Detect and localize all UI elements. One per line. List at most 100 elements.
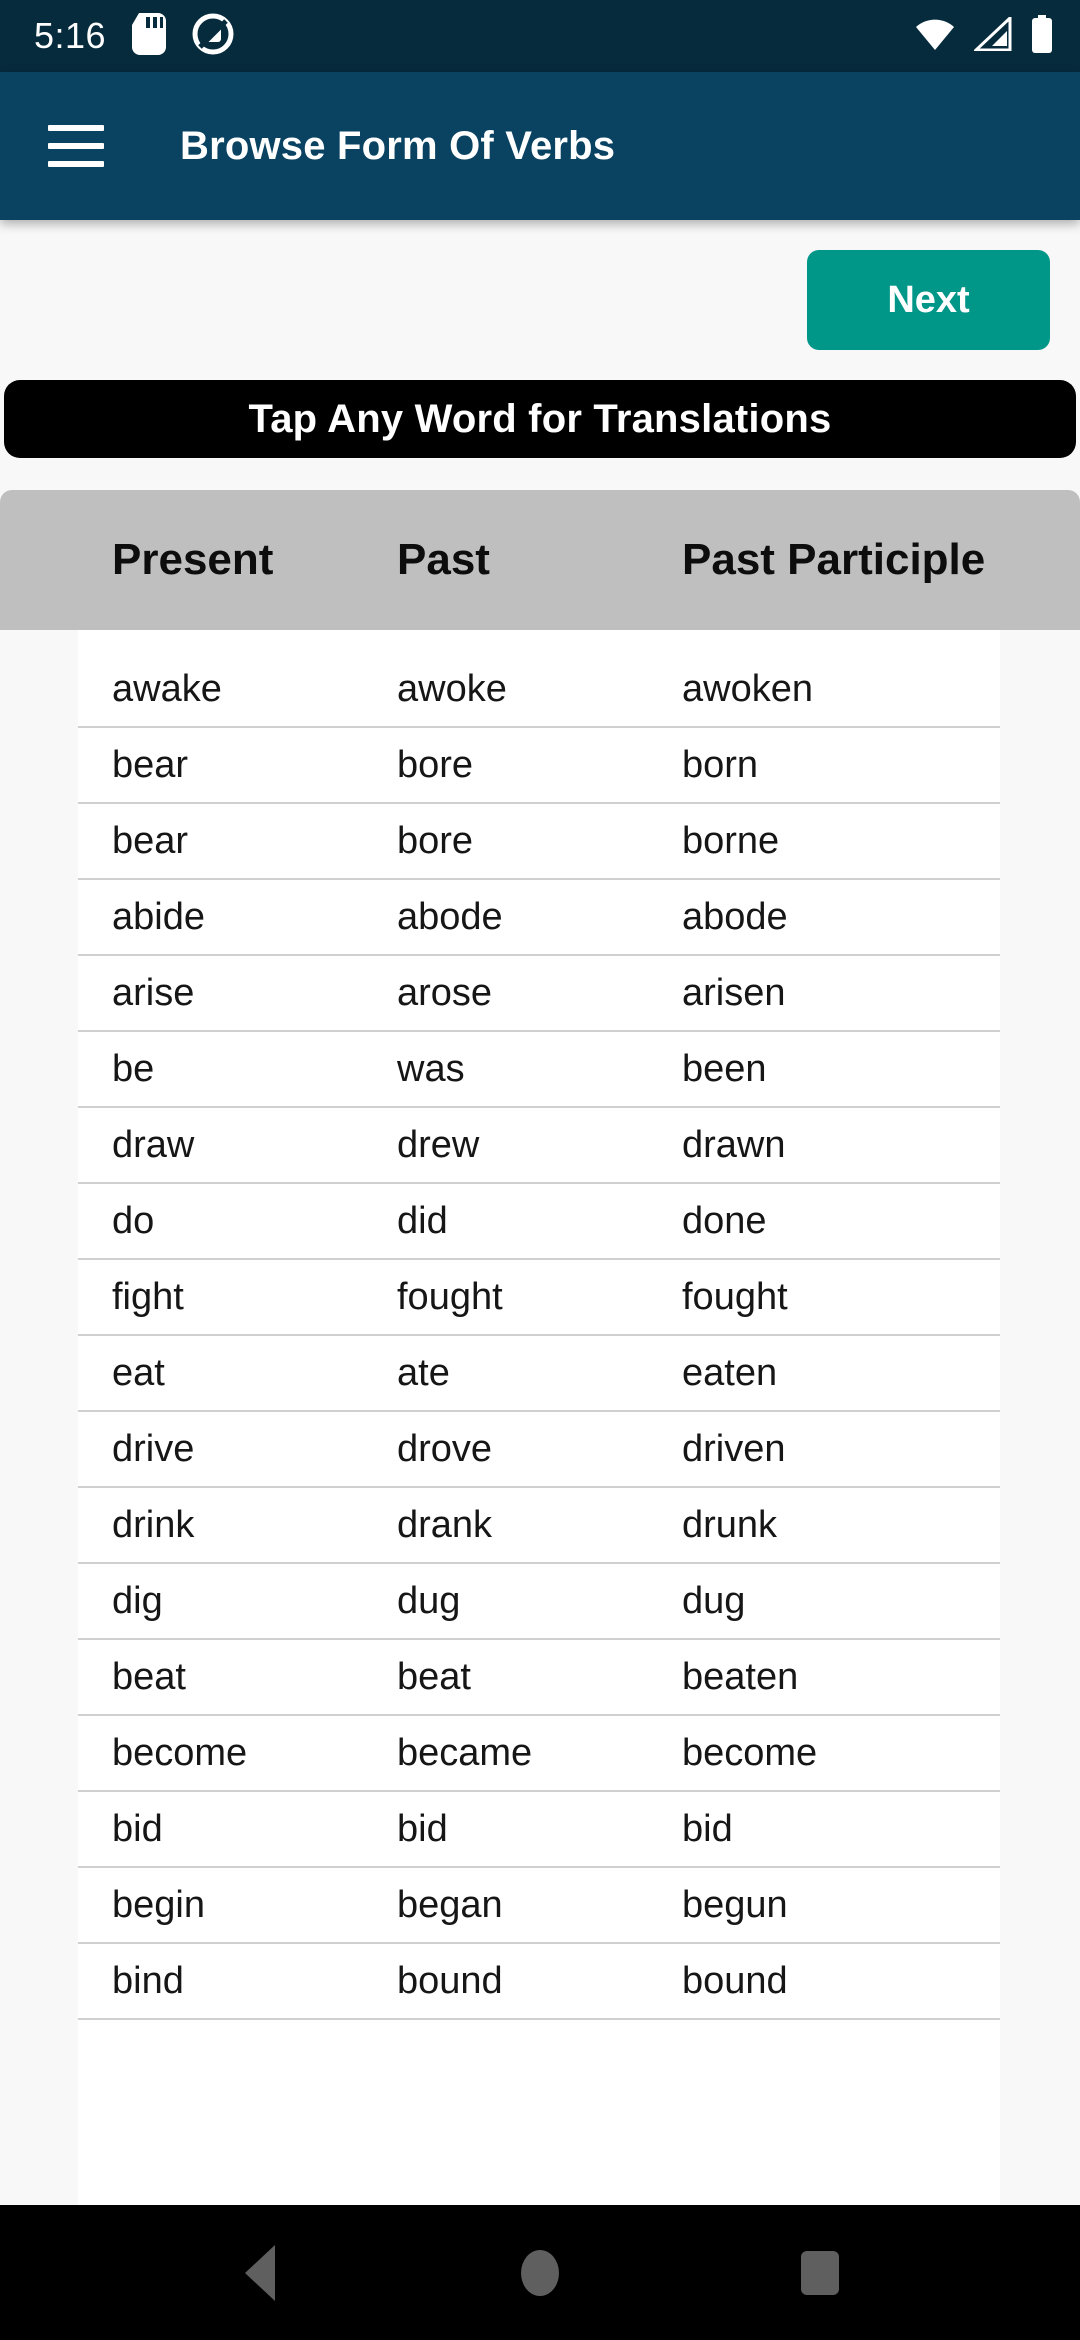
cell-past-participle[interactable]: bound: [682, 1960, 966, 2003]
cell-past-participle[interactable]: been: [682, 1048, 966, 1091]
cell-present[interactable]: draw: [112, 1124, 397, 1167]
nav-home-button[interactable]: [480, 2213, 600, 2333]
cell-past[interactable]: drove: [397, 1428, 682, 1471]
hamburger-menu-icon[interactable]: [48, 125, 104, 167]
cell-past-participle[interactable]: drawn: [682, 1124, 966, 1167]
column-header-past: Past: [397, 535, 490, 584]
cell-past[interactable]: dug: [397, 1580, 682, 1623]
table-row[interactable]: awake awoke awoken: [78, 652, 1000, 728]
column-header-present: Present: [112, 535, 274, 584]
cell-past[interactable]: fought: [397, 1276, 682, 1319]
table-row[interactable]: bind bound bound: [78, 1944, 1000, 2020]
cell-past-participle[interactable]: eaten: [682, 1352, 966, 1395]
table-row[interactable]: abide abode abode: [78, 880, 1000, 956]
page-title: Browse Form Of Verbs: [180, 123, 616, 168]
cell-past-participle[interactable]: abode: [682, 896, 966, 939]
wifi-icon: [914, 17, 956, 56]
table-row[interactable]: do did done: [78, 1184, 1000, 1260]
cell-present[interactable]: begin: [112, 1884, 397, 1927]
cell-past[interactable]: drank: [397, 1504, 682, 1547]
cell-present[interactable]: become: [112, 1732, 397, 1775]
cell-past-participle[interactable]: beaten: [682, 1656, 966, 1699]
cell-present[interactable]: drive: [112, 1428, 397, 1471]
table-row[interactable]: eat ate eaten: [78, 1336, 1000, 1412]
cell-past[interactable]: drew: [397, 1124, 682, 1167]
cell-past-participle[interactable]: drunk: [682, 1504, 966, 1547]
cell-past[interactable]: bore: [397, 744, 682, 787]
cell-present[interactable]: fight: [112, 1276, 397, 1319]
cell-past-participle[interactable]: bid: [682, 1808, 966, 1851]
cell-past-participle[interactable]: begun: [682, 1884, 966, 1927]
table-row[interactable]: draw drew drawn: [78, 1108, 1000, 1184]
recents-square-icon: [801, 2250, 839, 2295]
status-bar-clock: 5:16: [34, 15, 107, 56]
cell-present[interactable]: bear: [112, 744, 397, 787]
android-nav-bar: [0, 2205, 1080, 2340]
nav-recents-button[interactable]: [760, 2213, 880, 2333]
hamburger-line: [48, 125, 104, 131]
cell-present[interactable]: bind: [112, 1960, 397, 2003]
table-row[interactable]: bear bore borne: [78, 804, 1000, 880]
cell-past[interactable]: beat: [397, 1656, 682, 1699]
table-row[interactable]: be was been: [78, 1032, 1000, 1108]
cell-past[interactable]: was: [397, 1048, 682, 1091]
status-bar-left: 5:16: [34, 12, 234, 60]
cell-present[interactable]: arise: [112, 972, 397, 1015]
cell-past[interactable]: bound: [397, 1960, 682, 2003]
table-row[interactable]: arise arose arisen: [78, 956, 1000, 1032]
cell-past-participle[interactable]: born: [682, 744, 966, 787]
cell-present[interactable]: bear: [112, 820, 397, 863]
cell-past-participle[interactable]: arisen: [682, 972, 966, 1015]
nav-back-button[interactable]: [200, 2213, 320, 2333]
cell-past[interactable]: abode: [397, 896, 682, 939]
status-bar: 5:16: [0, 0, 1080, 72]
table-row[interactable]: become became become: [78, 1716, 1000, 1792]
data-saver-icon: [192, 13, 234, 60]
cell-past[interactable]: began: [397, 1884, 682, 1927]
toolbar-row: Next: [0, 220, 1080, 380]
table-row[interactable]: bear bore born: [78, 728, 1000, 804]
cell-past-participle[interactable]: driven: [682, 1428, 966, 1471]
cell-past[interactable]: arose: [397, 972, 682, 1015]
table-row[interactable]: bid bid bid: [78, 1792, 1000, 1868]
status-bar-right: [914, 14, 1054, 58]
phone-screen: 5:16 Browse Form Of Verbs Next Tap Any W…: [0, 0, 1080, 2340]
table-row[interactable]: drink drank drunk: [78, 1488, 1000, 1564]
cell-present[interactable]: drink: [112, 1504, 397, 1547]
back-triangle-icon: [245, 2244, 275, 2301]
cell-past[interactable]: bore: [397, 820, 682, 863]
sd-card-icon: [132, 12, 167, 60]
table-row[interactable]: fight fought fought: [78, 1260, 1000, 1336]
cell-past[interactable]: did: [397, 1200, 682, 1243]
cell-past[interactable]: bid: [397, 1808, 682, 1851]
cell-past[interactable]: became: [397, 1732, 682, 1775]
cell-present[interactable]: do: [112, 1200, 397, 1243]
cell-present[interactable]: awake: [112, 668, 397, 711]
cell-present[interactable]: abide: [112, 896, 397, 939]
cell-present[interactable]: dig: [112, 1580, 397, 1623]
table-row[interactable]: drive drove driven: [78, 1412, 1000, 1488]
cell-present[interactable]: bid: [112, 1808, 397, 1851]
cell-past-participle[interactable]: fought: [682, 1276, 966, 1319]
cell-present[interactable]: be: [112, 1048, 397, 1091]
cell-past-participle[interactable]: borne: [682, 820, 966, 863]
cell-present[interactable]: beat: [112, 1656, 397, 1699]
next-button[interactable]: Next: [807, 250, 1050, 350]
table-header-row: Present Past Past Participle: [0, 490, 1080, 630]
home-circle-icon: [521, 2249, 559, 2296]
main-content: Next Tap Any Word for Translations Prese…: [0, 220, 1080, 2205]
battery-icon: [1030, 14, 1054, 58]
table-row[interactable]: beat beat beaten: [78, 1640, 1000, 1716]
cell-past-participle[interactable]: dug: [682, 1580, 966, 1623]
cell-past[interactable]: awoke: [397, 668, 682, 711]
table-row[interactable]: begin began begun: [78, 1868, 1000, 1944]
table-row[interactable]: dig dug dug: [78, 1564, 1000, 1640]
cell-past-participle[interactable]: done: [682, 1200, 966, 1243]
cell-present[interactable]: eat: [112, 1352, 397, 1395]
cellular-signal-icon: [972, 14, 1012, 56]
cell-past-participle[interactable]: become: [682, 1732, 966, 1775]
cell-past[interactable]: ate: [397, 1352, 682, 1395]
hamburger-line: [48, 143, 104, 149]
column-header-past-participle: Past Participle: [682, 535, 986, 584]
cell-past-participle[interactable]: awoken: [682, 668, 966, 711]
